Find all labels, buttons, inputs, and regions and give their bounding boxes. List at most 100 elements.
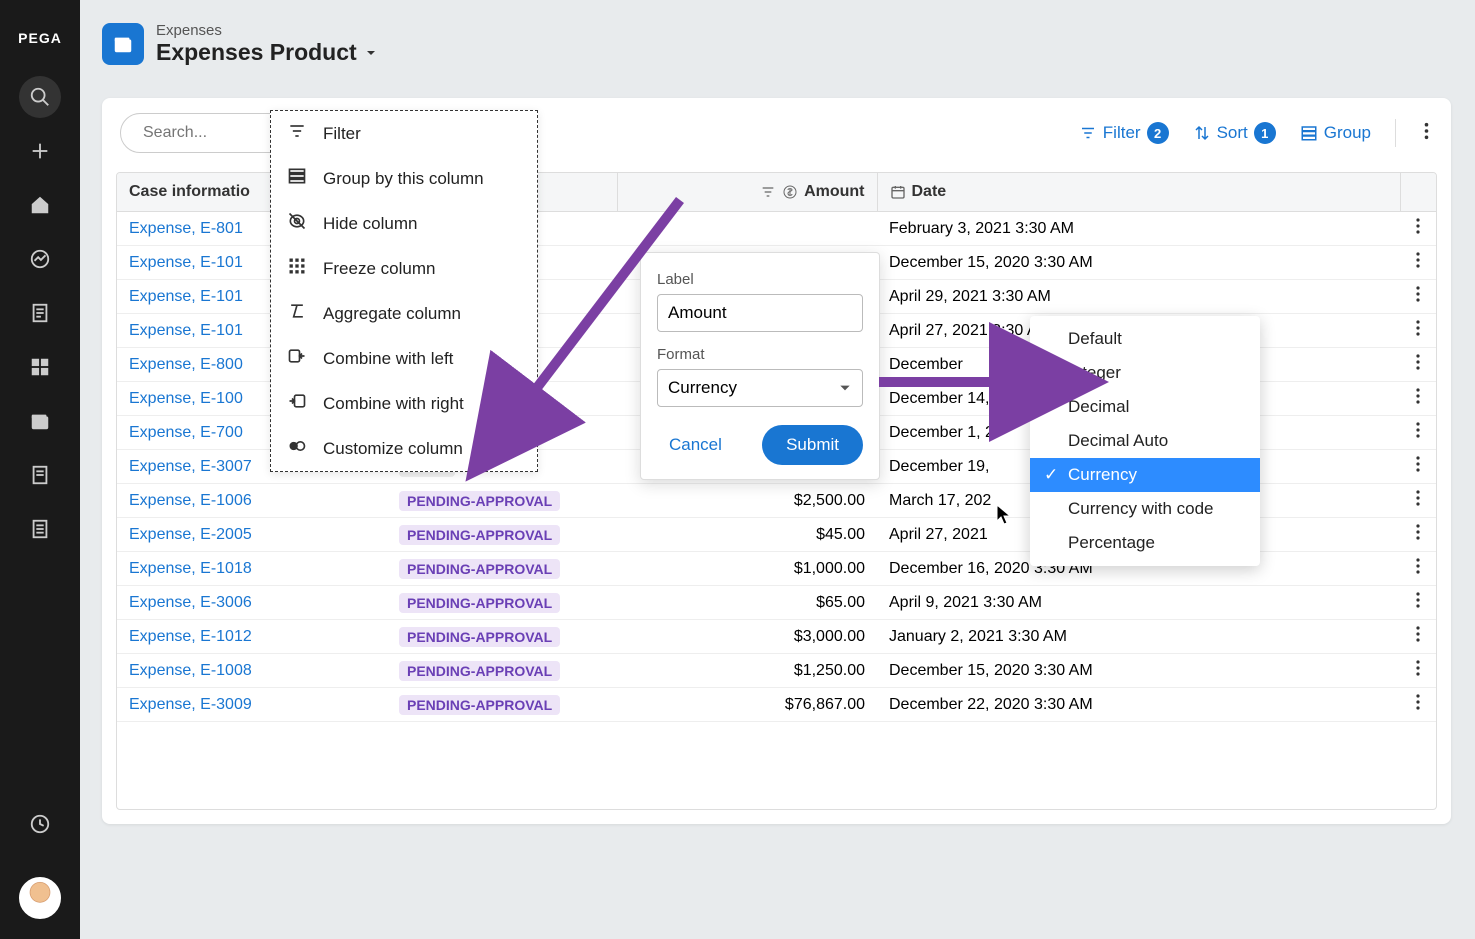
brand-logo: PEGA <box>18 30 62 46</box>
row-more-button[interactable] <box>1416 660 1420 681</box>
context-menu-item[interactable]: Combine with left <box>271 336 537 381</box>
row-more-button[interactable] <box>1416 626 1420 647</box>
row-more-button[interactable] <box>1416 694 1420 715</box>
row-more-button[interactable] <box>1416 286 1420 307</box>
doc1-icon[interactable] <box>19 292 61 334</box>
grid-icon[interactable] <box>19 346 61 388</box>
format-option[interactable]: Integer <box>1030 356 1260 390</box>
header-title-dropdown[interactable]: Expenses Product <box>156 39 377 66</box>
case-link[interactable]: Expense, E-100 <box>129 390 243 407</box>
popup-label-input[interactable] <box>657 294 863 332</box>
popup-format-select[interactable]: Currency <box>657 369 863 407</box>
case-link[interactable]: Expense, E-1006 <box>129 492 252 509</box>
clock-icon[interactable] <box>19 803 61 845</box>
cm-label: Group by this column <box>323 169 484 189</box>
column-amount[interactable]: Amount <box>617 173 877 212</box>
popup-format-value: Currency <box>668 378 737 398</box>
header: Expenses Expenses Product <box>80 0 1475 88</box>
plus-icon[interactable] <box>19 130 61 172</box>
chevron-down-icon <box>838 381 852 395</box>
submit-button[interactable]: Submit <box>762 425 863 465</box>
cm-icon <box>287 346 307 371</box>
case-link[interactable]: Expense, E-101 <box>129 322 243 339</box>
chevron-down-icon <box>365 47 377 59</box>
case-link[interactable]: Expense, E-101 <box>129 288 243 305</box>
case-link[interactable]: Expense, E-3006 <box>129 594 252 611</box>
group-label: Group <box>1324 123 1371 143</box>
row-more-button[interactable] <box>1416 490 1420 511</box>
row-more-button[interactable] <box>1416 524 1420 545</box>
context-menu-item[interactable]: Aggregate column <box>271 291 537 336</box>
context-menu-item[interactable]: Group by this column <box>271 156 537 201</box>
table-row: Expense, E-3006PENDING-APPROVAL$65.00Apr… <box>117 586 1436 620</box>
avatar[interactable] <box>19 877 61 919</box>
filter-icon <box>1079 124 1097 142</box>
toolbar-more-button[interactable] <box>1420 118 1433 149</box>
case-link[interactable]: Expense, E-1012 <box>129 628 252 645</box>
case-link[interactable]: Expense, E-1008 <box>129 662 252 679</box>
cm-label: Combine with right <box>323 394 464 414</box>
context-menu-item[interactable]: Customize column <box>271 426 537 471</box>
date-cell: April 9, 2021 3:30 AM <box>877 586 1400 620</box>
context-menu-item[interactable]: Combine with right <box>271 381 537 426</box>
row-more-button[interactable] <box>1416 422 1420 443</box>
context-menu-item[interactable]: Freeze column <box>271 246 537 291</box>
column-date[interactable]: Date <box>877 173 1400 212</box>
case-link[interactable]: Expense, E-800 <box>129 356 243 373</box>
filter-label: Filter <box>1103 123 1141 143</box>
cm-label: Freeze column <box>323 259 435 279</box>
cm-label: Filter <box>323 124 361 144</box>
sort-count: 1 <box>1254 122 1276 144</box>
cm-icon <box>287 301 307 326</box>
case-link[interactable]: Expense, E-101 <box>129 254 243 271</box>
row-more-button[interactable] <box>1416 320 1420 341</box>
date-cell: December 22, 2020 3:30 AM <box>877 688 1400 722</box>
format-option[interactable]: Percentage <box>1030 526 1260 560</box>
row-more-button[interactable] <box>1416 218 1420 239</box>
format-option[interactable]: Decimal Auto <box>1030 424 1260 458</box>
row-more-button[interactable] <box>1416 388 1420 409</box>
row-more-button[interactable] <box>1416 354 1420 375</box>
filter-button[interactable]: Filter 2 <box>1079 122 1169 144</box>
search-icon[interactable] <box>19 76 61 118</box>
home-icon[interactable] <box>19 184 61 226</box>
status-badge: PENDING-APPROVAL <box>399 491 560 511</box>
sidebar: PEGA <box>0 0 80 939</box>
amount-cell: $45.00 <box>617 518 877 552</box>
group-button[interactable]: Group <box>1300 123 1371 143</box>
case-link[interactable]: Expense, E-2005 <box>129 526 252 543</box>
date-cell: December 15, 2020 3:30 AM <box>877 654 1400 688</box>
context-menu-item[interactable]: Hide column <box>271 201 537 246</box>
status-badge: PENDING-APPROVAL <box>399 593 560 613</box>
row-more-button[interactable] <box>1416 592 1420 613</box>
format-option[interactable]: Decimal <box>1030 390 1260 424</box>
toolbar-divider <box>1395 119 1396 147</box>
date-cell: February 3, 2021 3:30 AM <box>877 212 1400 246</box>
sort-label: Sort <box>1217 123 1248 143</box>
row-more-button[interactable] <box>1416 252 1420 273</box>
format-option[interactable]: Default <box>1030 322 1260 356</box>
case-link[interactable]: Expense, E-3007 <box>129 458 252 475</box>
case-link[interactable]: Expense, E-700 <box>129 424 243 441</box>
amount-cell <box>617 212 877 246</box>
format-option[interactable]: Currency with code <box>1030 492 1260 526</box>
column-actions <box>1400 173 1436 212</box>
case-link[interactable]: Expense, E-801 <box>129 220 243 237</box>
wallet-icon[interactable] <box>19 400 61 442</box>
calendar-icon <box>890 184 906 200</box>
doc2-icon[interactable] <box>19 454 61 496</box>
format-option[interactable]: Currency <box>1030 458 1260 492</box>
chart-icon[interactable] <box>19 238 61 280</box>
sort-button[interactable]: Sort 1 <box>1193 122 1276 144</box>
format-dropdown: DefaultIntegerDecimalDecimal AutoCurrenc… <box>1030 316 1260 566</box>
case-link[interactable]: Expense, E-3009 <box>129 696 252 713</box>
row-more-button[interactable] <box>1416 456 1420 477</box>
context-menu-item[interactable]: Filter <box>271 111 537 156</box>
row-more-button[interactable] <box>1416 558 1420 579</box>
table-row: Expense, E-1012PENDING-APPROVAL$3,000.00… <box>117 620 1436 654</box>
amount-cell: $1,250.00 <box>617 654 877 688</box>
cancel-button[interactable]: Cancel <box>657 427 734 463</box>
cm-icon <box>287 166 307 191</box>
doc3-icon[interactable] <box>19 508 61 550</box>
case-link[interactable]: Expense, E-1018 <box>129 560 252 577</box>
